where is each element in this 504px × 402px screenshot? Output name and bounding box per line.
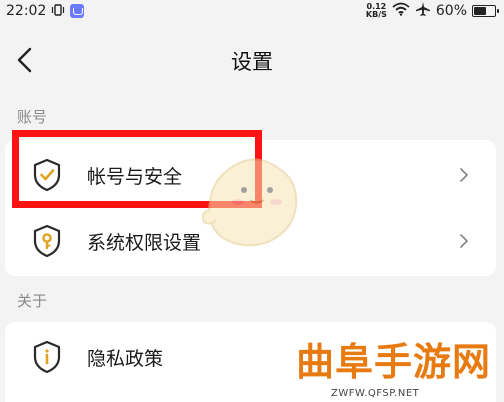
battery-fill	[474, 7, 486, 15]
chevron-right-icon	[460, 168, 468, 182]
shield-key-icon	[33, 224, 61, 258]
page-title: 设置	[231, 50, 273, 74]
net-speed-unit: KB/S	[365, 10, 387, 19]
shield-info-icon	[33, 340, 61, 374]
row-label-privacy-policy: 隐私政策	[87, 347, 164, 370]
section-label-account: 账号	[17, 108, 48, 126]
airplane-mode-icon	[415, 1, 431, 21]
watermark-mascot-icon	[201, 158, 298, 247]
battery-icon	[472, 5, 499, 17]
header: 设置	[0, 40, 504, 80]
vibrate-icon	[51, 3, 65, 19]
wifi-icon	[392, 2, 410, 20]
status-bar: 22:02 0.12 KB/S 60%	[0, 0, 504, 22]
app-notification-icon	[70, 4, 85, 18]
status-time: 22:02	[6, 3, 47, 19]
battery-percent: 60%	[435, 3, 467, 19]
status-left: 22:02	[6, 3, 85, 19]
net-speed: 0.12 KB/S	[366, 3, 387, 19]
watermark-site-name: 曲阜手游网	[296, 339, 492, 384]
section-label-about: 关于	[17, 292, 48, 310]
status-right: 0.12 KB/S 60%	[366, 1, 499, 21]
chevron-right-icon	[460, 234, 468, 248]
row-label-system-permissions: 系统权限设置	[87, 231, 202, 254]
watermark-url: ZWFW.QFSP.NET	[331, 388, 420, 399]
